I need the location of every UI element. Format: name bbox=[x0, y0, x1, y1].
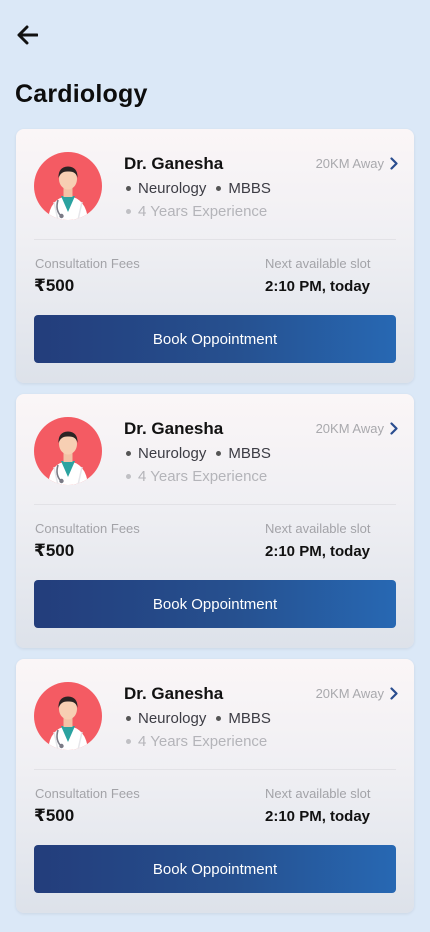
degree-tag: MBBS bbox=[216, 180, 271, 197]
fee-value: ₹500 bbox=[34, 806, 75, 825]
fee-label: Consultation Fees bbox=[35, 786, 140, 801]
doctor-avatar bbox=[34, 152, 102, 220]
distance-label: 20KM Away bbox=[315, 421, 384, 436]
doctor-tags: Neurology MBBS bbox=[126, 710, 271, 727]
experience-label: 4 Years Experience bbox=[138, 468, 268, 485]
experience: 4 Years Experience bbox=[126, 468, 267, 485]
doctor-card[interactable]: Dr. Ganesha 20KM Away Neurology MBBS 4 Y… bbox=[16, 659, 414, 913]
bullet-icon bbox=[126, 209, 131, 214]
specialty-label: Neurology bbox=[138, 445, 207, 462]
doctor-avatar bbox=[34, 682, 102, 750]
divider bbox=[34, 504, 396, 505]
back-button[interactable] bbox=[14, 22, 40, 48]
specialty-label: Neurology bbox=[138, 710, 207, 727]
bullet-icon bbox=[216, 451, 222, 456]
slot-label: Next available slot bbox=[265, 256, 371, 271]
chevron-right-icon bbox=[390, 687, 398, 700]
slot-label: Next available slot bbox=[265, 786, 371, 801]
doctor-card[interactable]: Dr. Ganesha 20KM Away Neurology MBBS 4 Y… bbox=[16, 129, 414, 383]
doctor-tags: Neurology MBBS bbox=[126, 180, 271, 197]
distance-label: 20KM Away bbox=[315, 686, 384, 701]
degree-label: MBBS bbox=[228, 180, 271, 197]
slot-value: 2:10 PM, today bbox=[265, 808, 371, 825]
doctor-illustration-icon bbox=[48, 166, 88, 220]
fee-label: Consultation Fees bbox=[35, 521, 140, 536]
doctor-name: Dr. Ganesha bbox=[124, 419, 224, 438]
distance-link[interactable]: 20KM Away bbox=[316, 421, 398, 436]
chevron-right-icon bbox=[390, 157, 398, 170]
specialty-label: Neurology bbox=[138, 180, 207, 197]
bullet-icon bbox=[126, 451, 131, 456]
divider bbox=[34, 239, 396, 240]
bullet-icon bbox=[126, 716, 131, 721]
fee-value: ₹500 bbox=[34, 541, 75, 560]
doctor-illustration-icon bbox=[48, 431, 88, 485]
experience: 4 Years Experience bbox=[126, 203, 267, 220]
specialty-tag: Neurology bbox=[126, 445, 206, 462]
bullet-icon bbox=[216, 716, 222, 721]
experience-label: 4 Years Experience bbox=[138, 733, 268, 750]
specialty-tag: Neurology bbox=[126, 710, 206, 727]
doctor-avatar bbox=[34, 417, 102, 485]
degree-label: MBBS bbox=[228, 445, 271, 462]
distance-label: 20KM Away bbox=[315, 156, 384, 171]
fee-label: Consultation Fees bbox=[35, 256, 140, 271]
slot-value: 2:10 PM, today bbox=[265, 278, 371, 295]
page-title: Cardiology bbox=[15, 80, 148, 108]
doctor-name: Dr. Ganesha bbox=[124, 684, 224, 703]
book-appointment-button[interactable]: Book Oppointment bbox=[34, 580, 396, 628]
chevron-right-icon bbox=[390, 422, 398, 435]
bullet-icon bbox=[126, 186, 131, 191]
degree-label: MBBS bbox=[228, 710, 271, 727]
distance-link[interactable]: 20KM Away bbox=[316, 156, 398, 171]
slot-label: Next available slot bbox=[265, 521, 371, 536]
book-appointment-button[interactable]: Book Oppointment bbox=[34, 315, 396, 363]
arrow-left-icon bbox=[17, 25, 38, 45]
book-appointment-button[interactable]: Book Oppointment bbox=[34, 845, 396, 893]
doctor-list: Dr. Ganesha 20KM Away Neurology MBBS 4 Y… bbox=[16, 129, 414, 924]
fee-value: ₹500 bbox=[34, 276, 75, 295]
experience-label: 4 Years Experience bbox=[138, 203, 268, 220]
bullet-icon bbox=[216, 186, 222, 191]
doctor-name: Dr. Ganesha bbox=[124, 154, 224, 173]
bullet-icon bbox=[126, 739, 131, 744]
distance-link[interactable]: 20KM Away bbox=[316, 686, 398, 701]
divider bbox=[34, 769, 396, 770]
experience: 4 Years Experience bbox=[126, 733, 267, 750]
degree-tag: MBBS bbox=[216, 445, 271, 462]
slot-value: 2:10 PM, today bbox=[265, 543, 371, 560]
doctor-tags: Neurology MBBS bbox=[126, 445, 271, 462]
doctor-card[interactable]: Dr. Ganesha 20KM Away Neurology MBBS 4 Y… bbox=[16, 394, 414, 648]
doctor-illustration-icon bbox=[48, 696, 88, 750]
bullet-icon bbox=[126, 474, 131, 479]
degree-tag: MBBS bbox=[216, 710, 271, 727]
specialty-tag: Neurology bbox=[126, 180, 206, 197]
